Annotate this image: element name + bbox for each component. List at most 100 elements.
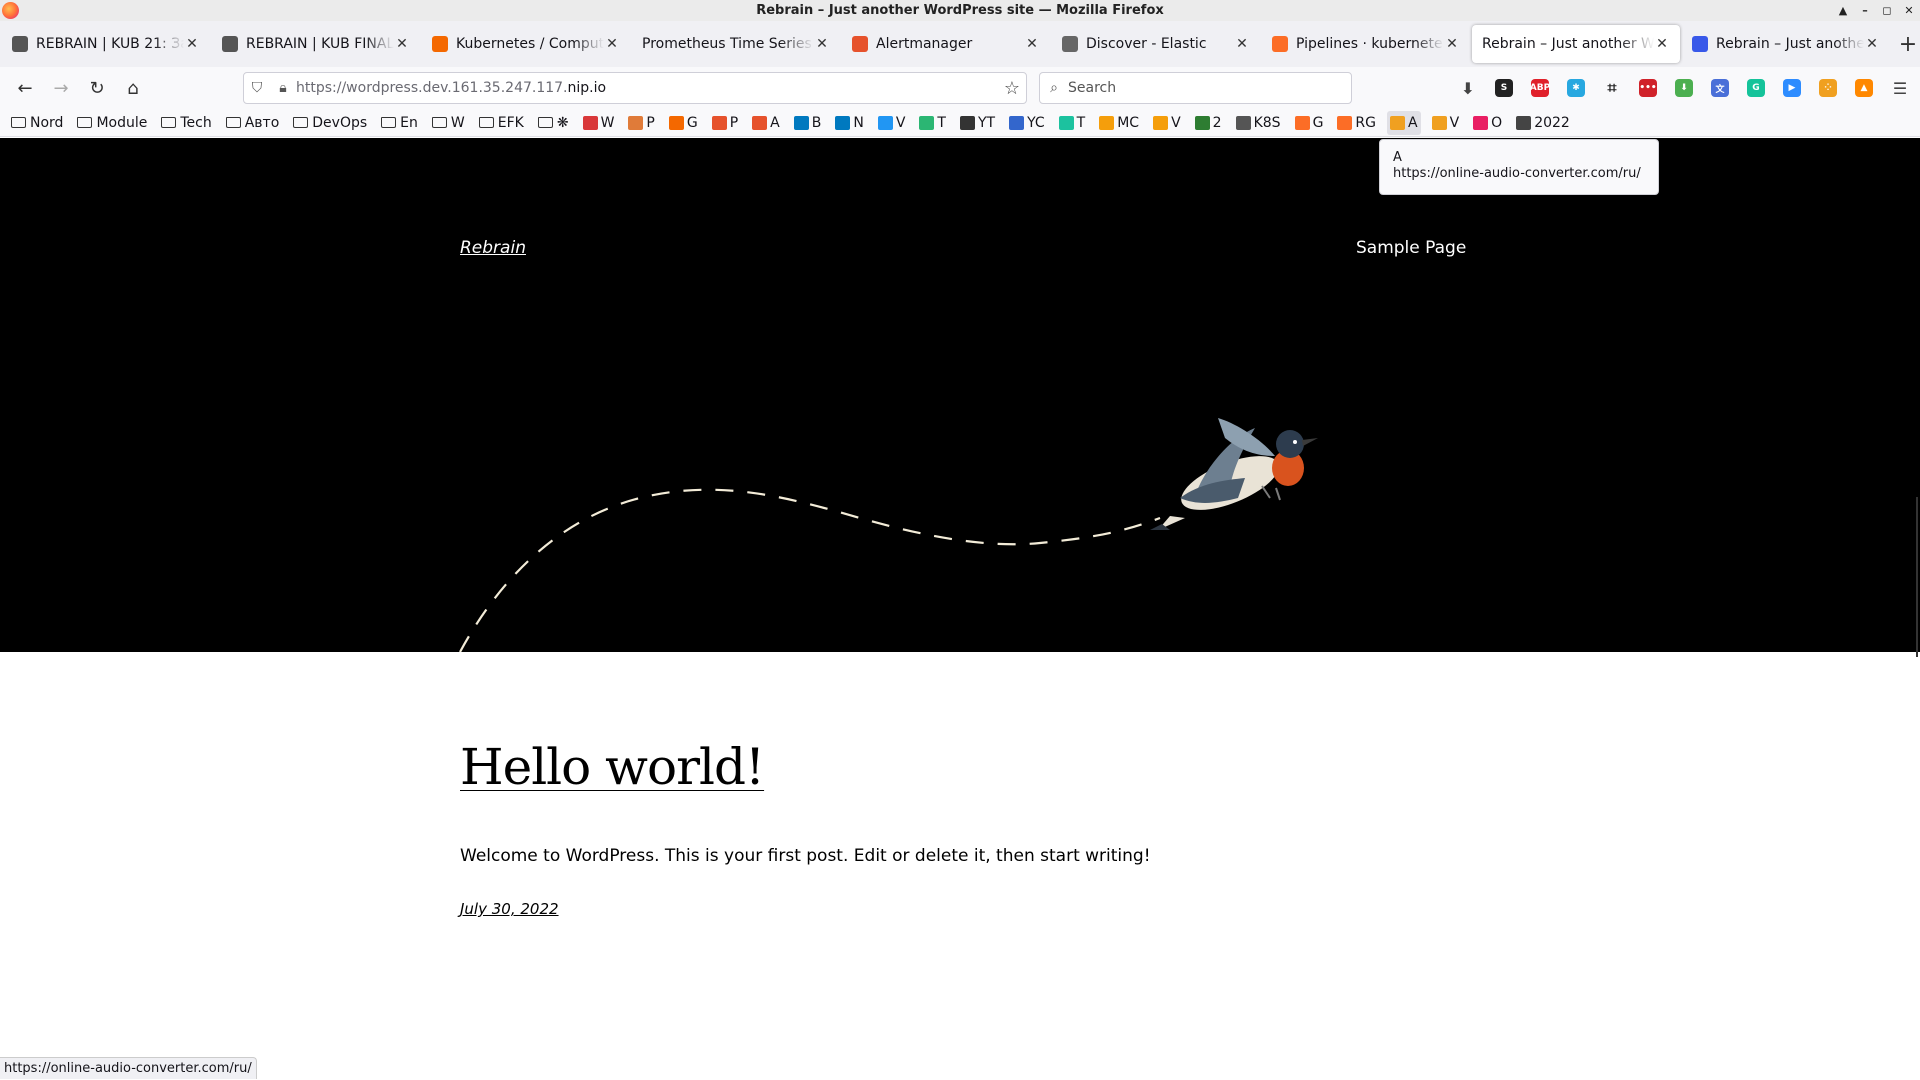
tab-8[interactable]: Rebrain – Just another ✕: [1682, 25, 1890, 63]
bookmark-item-20[interactable]: T: [1056, 111, 1089, 135]
adblock-icon[interactable]: ABP: [1522, 74, 1558, 102]
bookmark-item-7[interactable]: EFK: [476, 111, 527, 135]
tab-3[interactable]: Prometheus Time Series Co✕: [632, 25, 840, 63]
tab-close-icon[interactable]: ✕: [394, 36, 410, 52]
bookmark-item-27[interactable]: A: [1387, 110, 1421, 135]
bookmark-item-22[interactable]: V: [1150, 111, 1184, 135]
colorful-extension-icon[interactable]: ✱: [1558, 74, 1594, 102]
tab-close-icon[interactable]: ✕: [1024, 36, 1040, 52]
bookmark-item-6[interactable]: W: [429, 111, 468, 135]
gitlab-icon: [1272, 36, 1288, 52]
bookmark-item-16[interactable]: V: [875, 111, 909, 135]
bookmark-item-1[interactable]: Module: [74, 111, 150, 135]
yt-icon: [959, 115, 975, 130]
reload-button[interactable]: ↻: [80, 72, 114, 104]
cloud-icon: [1099, 115, 1115, 130]
shield-icon[interactable]: ⛉: [244, 80, 270, 96]
tab-4[interactable]: Alertmanager ✕: [842, 25, 1050, 63]
bookmark-item-24[interactable]: K8S: [1233, 111, 1284, 135]
lock-icon[interactable]: 🔒︎: [270, 80, 296, 96]
bookmark-item-14[interactable]: B: [791, 111, 825, 135]
bookmark-item-26[interactable]: RG: [1334, 111, 1379, 135]
tab-close-icon[interactable]: ✕: [1864, 36, 1880, 52]
dots-extension-icon[interactable]: ⁘: [1810, 74, 1846, 102]
bookmark-item-13[interactable]: A: [749, 111, 783, 135]
bookmark-item-30[interactable]: 2022: [1513, 111, 1573, 135]
forward-button[interactable]: →: [44, 72, 78, 104]
bird-illustration: [459, 418, 1318, 652]
menu-icon[interactable]: ☰: [1882, 74, 1918, 102]
bookmark-item-8[interactable]: ❋: [535, 111, 572, 135]
tabs-container: REBRAIN | KUB 21: Зад ✕ REBRAIN | KUB FINA…: [2, 25, 1892, 63]
bookmark-label: EFK: [497, 114, 524, 131]
bookmark-item-3[interactable]: Авто: [223, 111, 283, 135]
tab-close-icon[interactable]: ✕: [1654, 36, 1670, 52]
window-maximize-button[interactable]: ◻: [1876, 0, 1898, 21]
tab-close-icon[interactable]: ✕: [1444, 36, 1460, 52]
folder-icon: [431, 117, 447, 128]
alertmanager-icon: [752, 115, 768, 130]
translate-icon[interactable]: 文: [1702, 74, 1738, 102]
tab-6[interactable]: Pipelines · kubernetes_ ✕: [1262, 25, 1470, 63]
bookmark-item-5[interactable]: En: [378, 111, 421, 135]
menu-icon-glyph: ☰: [1892, 78, 1908, 98]
tab-7[interactable]: Rebrain – Just another Wo ✕: [1472, 25, 1680, 63]
search-bar[interactable]: ⌕ Search: [1039, 72, 1352, 104]
bookmark-item-29[interactable]: O: [1470, 111, 1505, 135]
window-close-button[interactable]: ✕: [1898, 0, 1920, 21]
bookmark-item-9[interactable]: W: [580, 111, 618, 135]
tab-label: Pipelines · kubernetes_: [1296, 36, 1444, 52]
tab-2[interactable]: Kubernetes / Compute ✕: [422, 25, 630, 63]
alertmanager-icon: [852, 36, 868, 52]
bookmark-label: N: [853, 114, 864, 131]
bookmark-item-10[interactable]: P: [625, 111, 657, 135]
bookmark-item-2[interactable]: Tech: [158, 111, 214, 135]
page-scrollbar[interactable]: [1916, 497, 1918, 657]
zoom-icon[interactable]: ▶: [1774, 74, 1810, 102]
bookmark-item-12[interactable]: P: [709, 111, 741, 135]
vlc-icon[interactable]: ▲: [1846, 74, 1882, 102]
window-minimize-button[interactable]: –: [1854, 0, 1876, 21]
home-button[interactable]: ⌂: [116, 72, 150, 104]
bookmark-label: P: [646, 114, 655, 131]
bookmark-label: A: [1408, 114, 1418, 131]
post-title-link[interactable]: Hello world!: [460, 738, 765, 796]
post-date-link[interactable]: July 30, 2022: [460, 900, 559, 918]
tab-close-icon[interactable]: ✕: [814, 36, 830, 52]
green-download-icon[interactable]: ⬇: [1666, 74, 1702, 102]
back-button[interactable]: ←: [8, 72, 42, 104]
bookmark-item-17[interactable]: T: [916, 111, 949, 135]
bookmark-item-25[interactable]: G: [1292, 111, 1327, 135]
tab-1[interactable]: REBRAIN | KUB FINAL: ( ✕: [212, 25, 420, 63]
s-extension-icon-glyph: S: [1495, 79, 1513, 97]
dashed-flight-path: [459, 488, 1161, 652]
bookmark-item-0[interactable]: Nord: [8, 111, 66, 135]
tab-close-icon[interactable]: ✕: [604, 36, 620, 52]
bookmark-item-23[interactable]: 2: [1192, 111, 1225, 135]
grammarly-icon[interactable]: G: [1738, 74, 1774, 102]
post-excerpt: Welcome to WordPress. This is your first…: [460, 846, 1151, 866]
s-extension-icon[interactable]: S: [1486, 74, 1522, 102]
url-bar[interactable]: ⛉ 🔒︎ https://wordpress.dev.161.35.247.11…: [243, 72, 1027, 104]
bookmark-label: P: [729, 114, 739, 131]
bookmark-item-19[interactable]: YC: [1006, 111, 1048, 135]
red-extension-icon[interactable]: •••: [1630, 74, 1666, 102]
window-up-button[interactable]: ▲: [1832, 0, 1854, 21]
download-icon[interactable]: ⬇: [1450, 74, 1486, 102]
bookmark-item-21[interactable]: MC: [1096, 111, 1142, 135]
cloud-icon: [1153, 115, 1169, 130]
tab-0[interactable]: REBRAIN | KUB 21: Зад ✕: [2, 25, 210, 63]
bookmark-star-icon[interactable]: ☆: [1004, 78, 1020, 99]
bookmark-item-11[interactable]: G: [666, 111, 701, 135]
crop-icon[interactable]: ⌗: [1594, 74, 1630, 102]
bookmark-label: G: [1312, 114, 1324, 131]
tab-5[interactable]: Discover - Elastic ✕: [1052, 25, 1260, 63]
tab-close-icon[interactable]: ✕: [1234, 36, 1250, 52]
bookmark-item-15[interactable]: N: [832, 111, 866, 135]
bookmark-item-18[interactable]: YT: [957, 111, 998, 135]
bookmark-item-4[interactable]: DevOps: [290, 111, 370, 135]
tab-close-icon[interactable]: ✕: [184, 36, 200, 52]
bookmark-item-28[interactable]: V: [1429, 111, 1463, 135]
window-titlebar: Rebrain – Just another WordPress site — …: [0, 0, 1920, 21]
new-tab-button[interactable]: +: [1896, 28, 1920, 60]
